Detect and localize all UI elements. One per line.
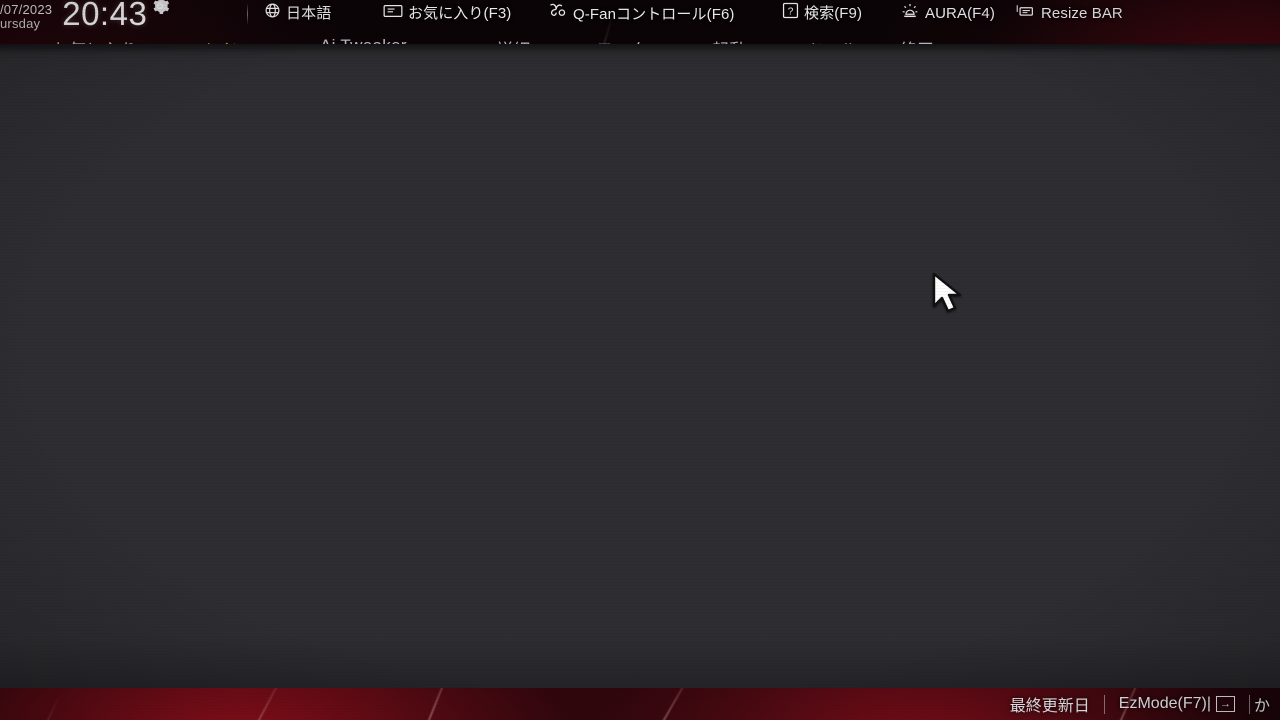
status-ezmode[interactable]: EzMode(F7)| → (1105, 695, 1249, 713)
weekday-text: ursday (0, 15, 41, 31)
status-bar: 最終更新日 EzMode(F7)| → か (0, 688, 1280, 720)
star-icon (383, 3, 403, 23)
status-last-updated: 最終更新日 (1009, 698, 1090, 715)
mouse-cursor (932, 272, 962, 313)
globe-icon (264, 2, 281, 23)
search-icon: ? (782, 2, 799, 23)
header-item-label: Resize BAR (1041, 4, 1123, 22)
fan-icon (546, 2, 568, 24)
header-item-qfan[interactable]: Q-Fanコントロール(F6) (546, 2, 735, 24)
status-ezmode-label: EzMode(F7)| (1118, 695, 1211, 712)
header-item-label: 日本語 (286, 5, 332, 22)
header-bar: /07/2023 ursday 20:43 日本語 お気に入り(F3) Q-Fa… (0, 0, 1280, 34)
header-item-resizebar[interactable]: Resize BAR (1014, 2, 1123, 24)
header-item-label: Q-Fanコントロール(F6) (573, 5, 735, 23)
header-item-language[interactable]: 日本語 (264, 2, 331, 23)
header-item-search[interactable]: ? 検索(F9) (782, 2, 862, 23)
clock-time: 20:43 (62, 0, 148, 32)
qfan-panel (0, 44, 1280, 688)
enter-key-icon: → (1215, 696, 1235, 712)
resizebar-icon (1014, 2, 1036, 24)
header-item-label: AURA(F4) (925, 4, 995, 22)
header-item-label: 検索(F9) (804, 5, 863, 22)
menu-occluder (0, 48, 1280, 70)
screen: /07/2023 ursday 20:43 日本語 お気に入り(F3) Q-Fa… (0, 0, 1280, 720)
status-trailing[interactable]: か (1250, 692, 1274, 716)
header-item-favorites[interactable]: お気に入り(F3) (383, 2, 511, 23)
aura-icon (900, 2, 920, 24)
header-divider (247, 3, 248, 25)
header-item-label: お気に入り(F3) (408, 5, 512, 22)
header-item-aura[interactable]: AURA(F4) (900, 2, 995, 24)
gear-icon[interactable] (149, 0, 171, 22)
date-text: /07/2023 (0, 1, 53, 17)
date-block: /07/2023 ursday (0, 0, 52, 31)
svg-text:?: ? (788, 6, 794, 17)
clock-block: /07/2023 ursday 20:43 (0, 0, 171, 32)
